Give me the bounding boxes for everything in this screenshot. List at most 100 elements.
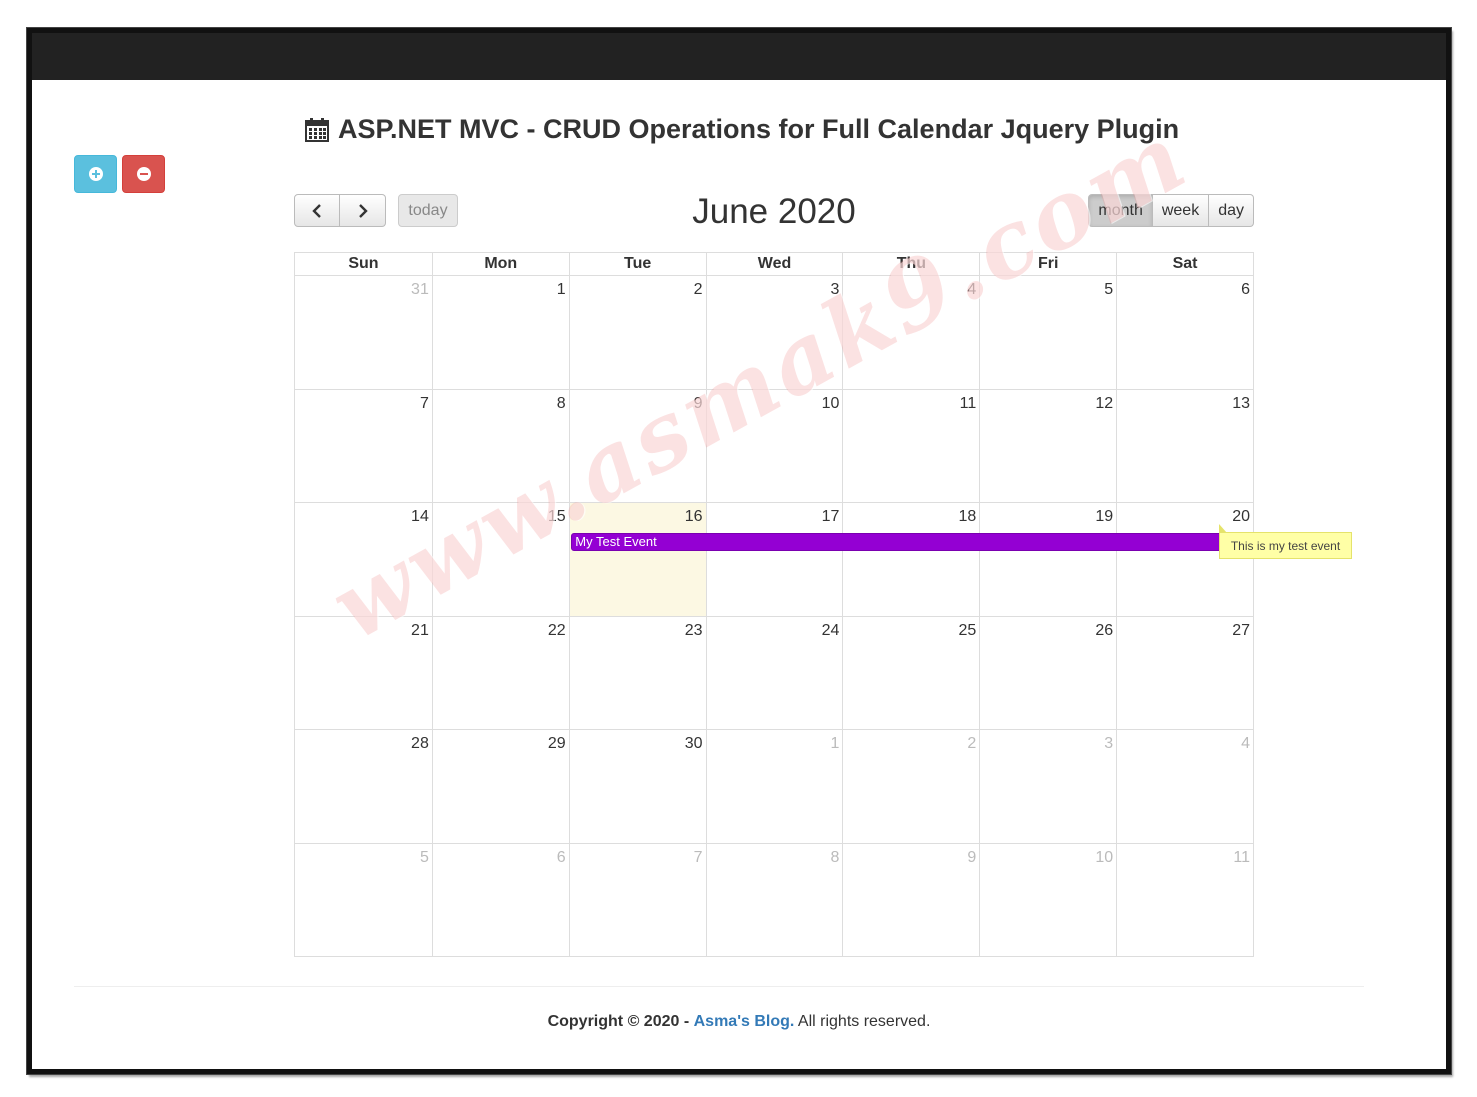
day-cell[interactable]: 8 <box>431 389 569 502</box>
day-number: 30 <box>684 735 703 752</box>
day-cell[interactable]: 17 <box>705 503 843 616</box>
day-cell[interactable]: 2 <box>842 730 979 843</box>
day-cell[interactable]: 29 <box>431 730 569 843</box>
day-number: 24 <box>821 621 840 639</box>
day-cell[interactable]: 2 <box>568 276 706 389</box>
view-month-button[interactable]: month <box>1088 194 1153 227</box>
day-cell[interactable]: 14 <box>295 503 432 616</box>
day-number: 6 <box>556 848 566 866</box>
dow-tue: Tue <box>568 253 706 275</box>
day-cell[interactable]: 5 <box>979 276 1116 389</box>
day-number: 9 <box>967 848 977 866</box>
day-number: 7 <box>693 848 703 866</box>
day-number: 6 <box>1241 281 1250 298</box>
day-of-week-header: Sun Mon Tue Wed Thu Fri Sat <box>294 252 1254 276</box>
dow-sat: Sat <box>1116 253 1253 275</box>
day-cell[interactable]: 4 <box>842 276 979 389</box>
day-cell[interactable]: 31 <box>295 276 432 389</box>
day-cell[interactable]: 15 <box>431 503 569 616</box>
day-number: 3 <box>830 281 840 298</box>
calendar-icon <box>304 117 330 143</box>
week-row: 28 29 30 1 2 3 4 <box>294 730 1254 844</box>
today-button[interactable]: today <box>398 194 458 227</box>
view-week-button[interactable]: week <box>1152 194 1210 227</box>
day-cell[interactable]: 10 <box>705 389 843 502</box>
day-cell[interactable]: 30 <box>568 730 706 843</box>
day-cell[interactable]: 25 <box>842 616 979 729</box>
day-cell[interactable]: 27 <box>1116 616 1253 729</box>
week-row: 14 15 16 17 18 19 20 My Test Event <box>294 503 1254 617</box>
day-number: 9 <box>693 394 703 412</box>
week-row: 5 6 7 8 9 10 11 <box>294 843 1254 957</box>
day-cell[interactable]: 13 <box>1116 389 1253 502</box>
footer-rights: All rights reserved. <box>797 1013 931 1030</box>
day-cell[interactable]: 26 <box>979 616 1116 729</box>
day-cell[interactable]: 28 <box>295 730 432 843</box>
nav-button-group <box>294 194 386 227</box>
day-cell[interactable]: 9 <box>568 389 706 502</box>
day-cell[interactable]: 22 <box>431 616 569 729</box>
day-cell[interactable]: 10 <box>979 843 1116 956</box>
day-cell[interactable]: 11 <box>1116 843 1253 956</box>
navbar <box>32 33 1446 80</box>
day-number: 31 <box>411 281 429 298</box>
day-number: 22 <box>547 621 566 639</box>
day-cell[interactable]: 1 <box>705 730 843 843</box>
chevron-right-icon <box>358 203 368 218</box>
day-number: 19 <box>1095 508 1114 525</box>
day-cell[interactable]: 5 <box>295 844 432 957</box>
day-number: 21 <box>411 621 429 639</box>
day-cell[interactable]: 4 <box>1116 730 1253 843</box>
week-row: 31 1 2 3 4 5 6 <box>294 276 1254 390</box>
day-cell[interactable]: 12 <box>979 389 1116 502</box>
day-number: 16 <box>684 508 703 525</box>
day-cell[interactable]: 18 <box>842 503 979 616</box>
add-event-button[interactable] <box>74 155 117 193</box>
day-number: 15 <box>547 508 566 525</box>
remove-event-button[interactable] <box>122 155 165 193</box>
dow-fri: Fri <box>979 253 1116 275</box>
calendar-event[interactable]: My Test Event <box>571 533 1253 551</box>
day-cell[interactable]: 1 <box>431 276 569 389</box>
day-number: 4 <box>967 281 977 298</box>
view-day-button[interactable]: day <box>1209 194 1254 227</box>
week-row: 7 8 9 10 11 12 13 <box>294 389 1254 503</box>
day-cell[interactable]: 6 <box>1116 276 1253 389</box>
day-number: 8 <box>830 848 840 866</box>
calendar-toolbar: today June 2020 month week day <box>294 192 1254 234</box>
footer-blog-link[interactable]: Asma's Blog. <box>694 1013 795 1030</box>
day-number: 29 <box>547 735 566 752</box>
day-number: 20 <box>1232 508 1250 525</box>
day-number: 7 <box>419 394 429 412</box>
day-cell[interactable]: 7 <box>295 390 432 503</box>
footer-copyright: Copyright © 2020 - <box>547 1013 690 1030</box>
day-cell[interactable]: 7 <box>568 843 706 956</box>
dow-thu: Thu <box>842 253 979 275</box>
next-button[interactable] <box>340 194 386 227</box>
day-number: 28 <box>411 735 429 752</box>
day-cell[interactable]: 11 <box>842 389 979 502</box>
day-cell-today[interactable]: 16 <box>568 503 706 616</box>
day-number: 3 <box>1104 735 1114 752</box>
day-cell[interactable]: 6 <box>431 843 569 956</box>
day-number: 13 <box>1232 394 1250 412</box>
week-row: 21 22 23 24 25 26 27 <box>294 616 1254 730</box>
day-cell[interactable]: 20 <box>1116 503 1253 616</box>
day-cell[interactable]: 24 <box>705 616 843 729</box>
day-number: 8 <box>556 394 566 412</box>
day-cell[interactable]: 23 <box>568 616 706 729</box>
day-number: 10 <box>1095 848 1114 866</box>
chevron-left-icon <box>312 203 321 218</box>
day-cell[interactable]: 19 <box>979 503 1116 616</box>
day-number: 10 <box>821 394 840 412</box>
day-number: 11 <box>959 394 977 412</box>
day-cell[interactable]: 3 <box>705 276 843 389</box>
day-number: 12 <box>1095 394 1114 412</box>
dow-mon: Mon <box>431 253 569 275</box>
day-cell[interactable]: 9 <box>842 843 979 956</box>
day-number: 18 <box>958 508 977 525</box>
day-cell[interactable]: 8 <box>705 843 843 956</box>
day-cell[interactable]: 21 <box>295 617 432 730</box>
prev-button[interactable] <box>294 194 340 227</box>
day-cell[interactable]: 3 <box>979 730 1116 843</box>
